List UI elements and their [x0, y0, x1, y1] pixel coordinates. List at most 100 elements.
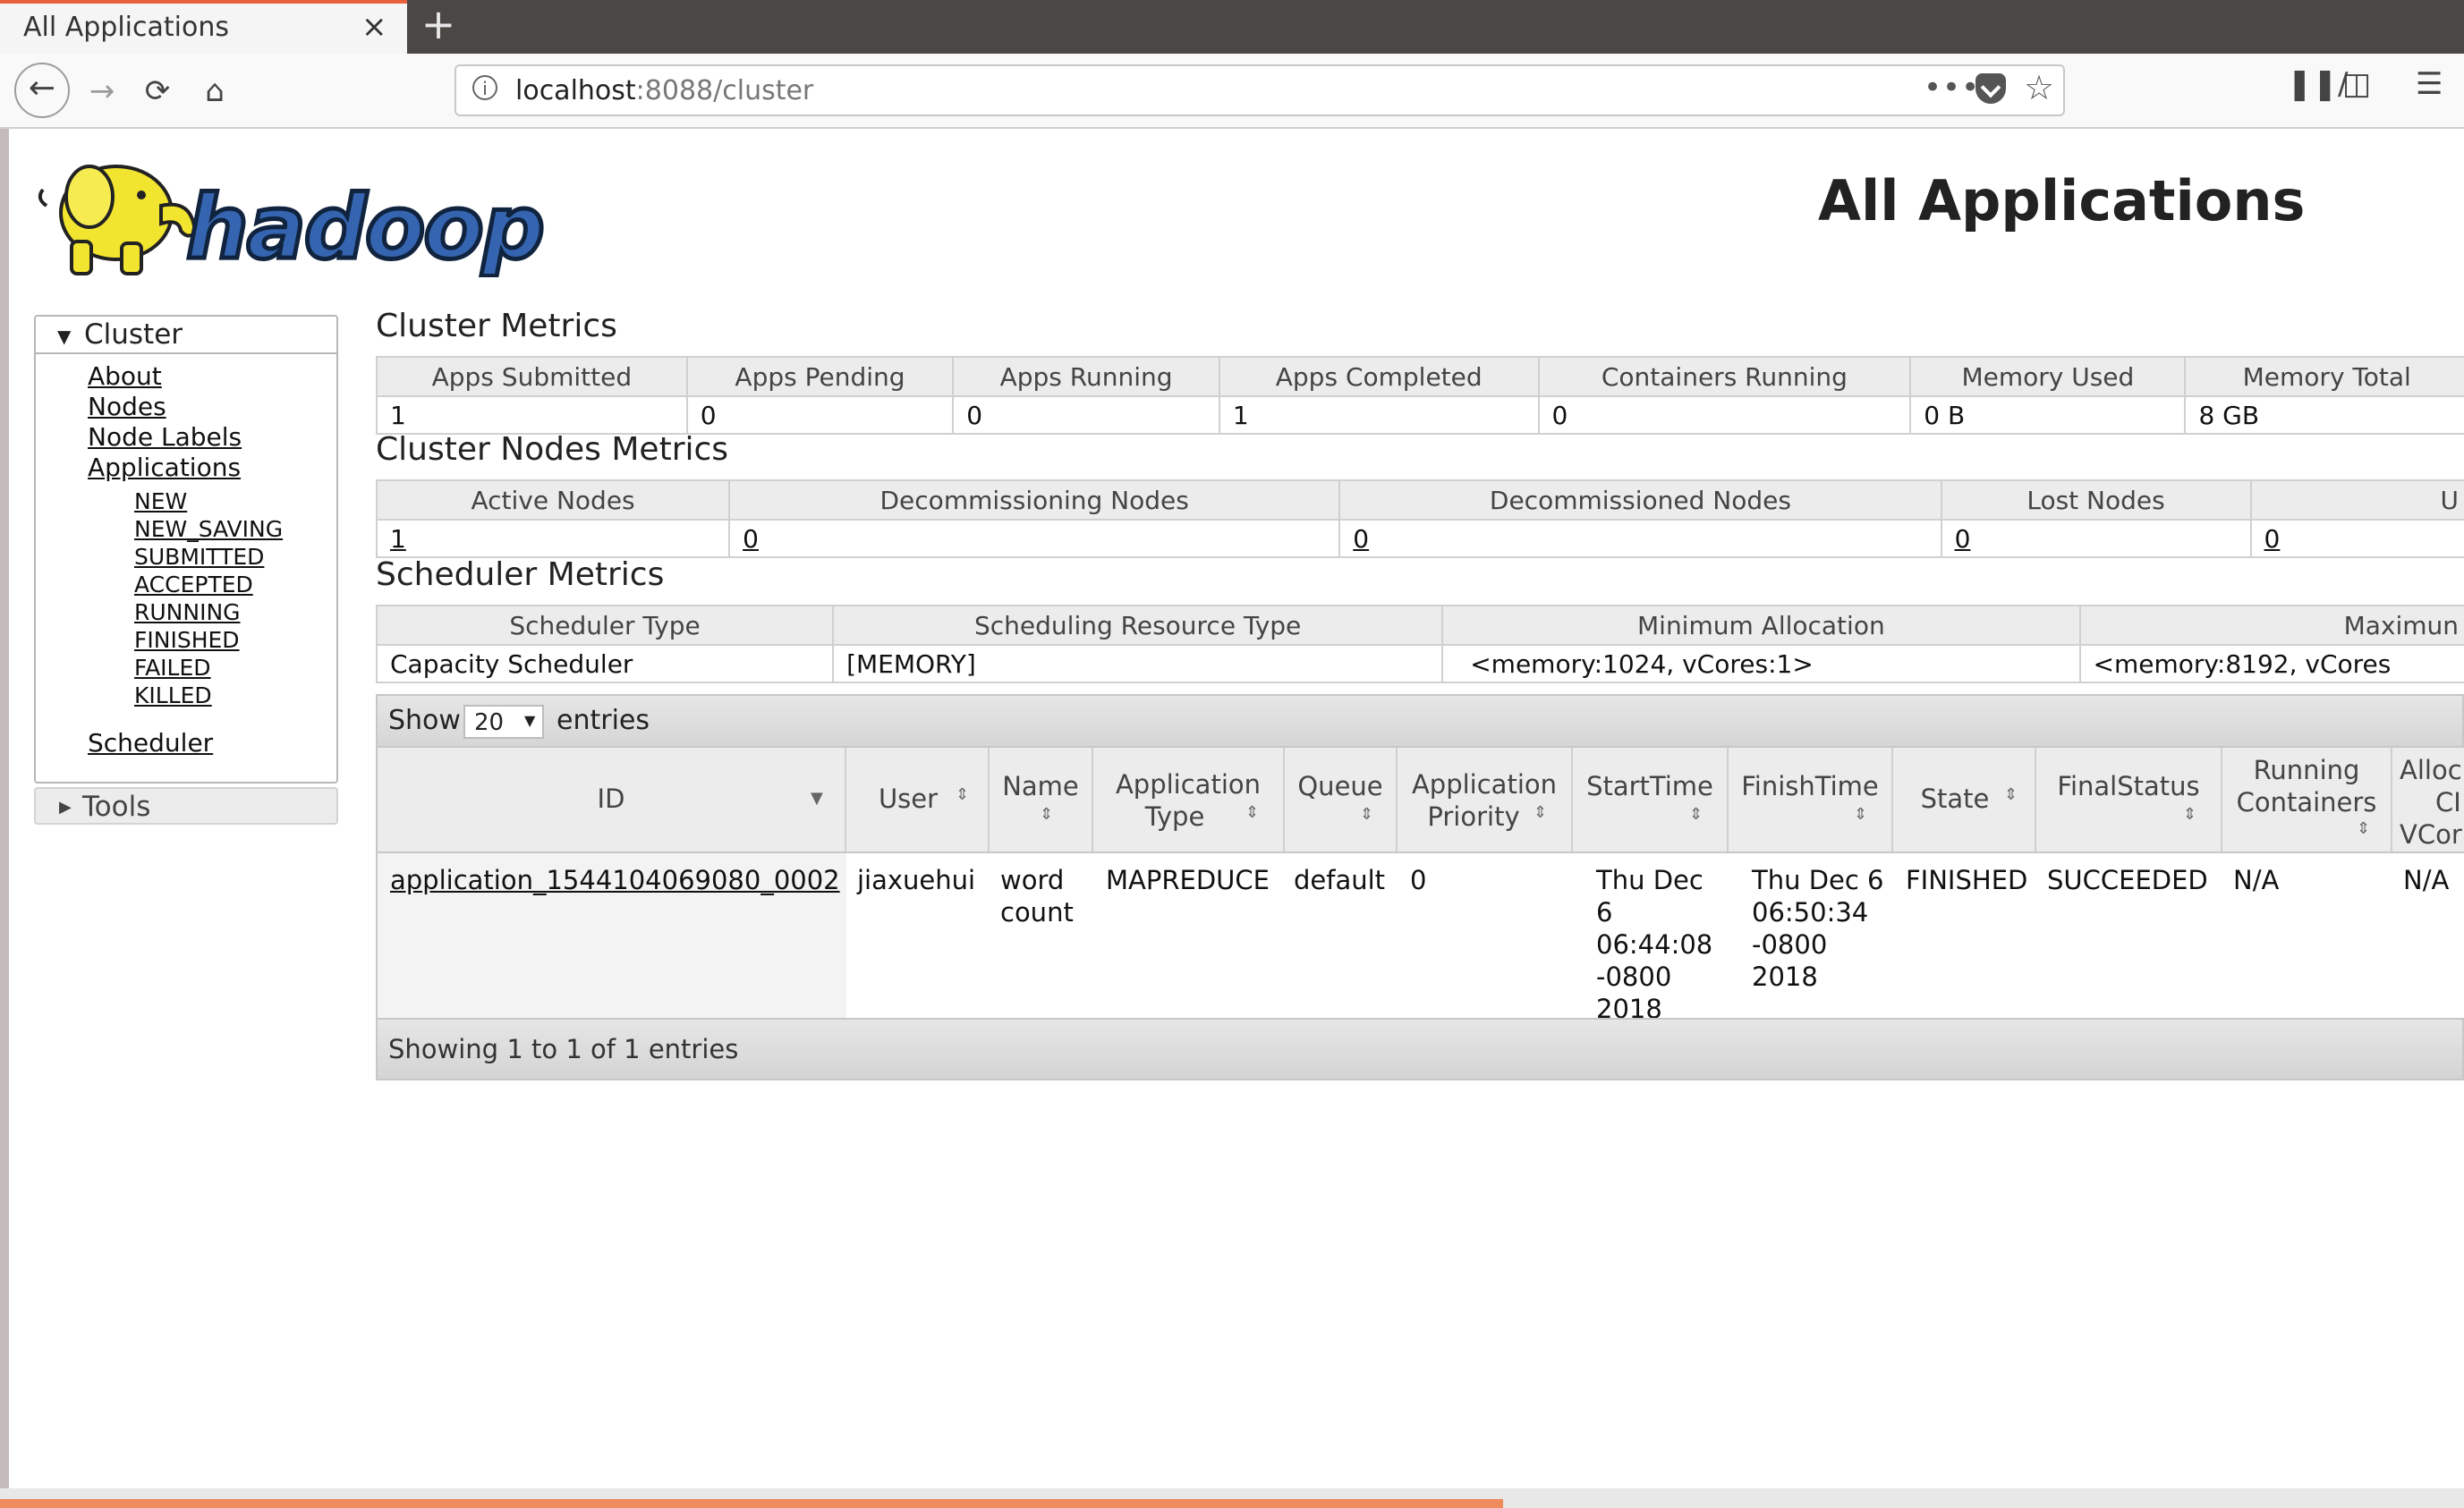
column-header[interactable]: Decommissioned Nodes: [1338, 479, 1942, 521]
column-header-user[interactable]: User ⇕: [846, 748, 990, 851]
lost-nodes-link[interactable]: 0: [1940, 520, 2252, 558]
reload-icon[interactable]: ⟳: [131, 64, 184, 118]
sidebar-state-submitted[interactable]: SUBMITTED: [134, 544, 264, 570]
sidebar-state-failed[interactable]: FAILED: [134, 655, 211, 681]
address-bar[interactable]: i localhost:8088/cluster ••• ☆: [455, 64, 2065, 116]
tools-label: Tools: [82, 791, 151, 823]
page-actions-icon[interactable]: •••: [1924, 70, 1980, 106]
sort-icon: ⇕: [1360, 805, 1374, 824]
column-header-final-status[interactable]: FinalStatus ⇕: [2036, 748, 2222, 851]
sidebar-state-new-saving[interactable]: NEW_SAVING: [134, 516, 283, 542]
column-header[interactable]: Containers Running: [1537, 356, 1912, 397]
table-cell: [MEMORY]: [832, 645, 1444, 683]
column-header-id[interactable]: ID ▼: [378, 748, 846, 851]
table-info-bar: Showing 1 to 1 of 1 entries: [376, 1018, 2464, 1080]
column-header[interactable]: Apps Completed: [1218, 356, 1540, 397]
column-header[interactable]: Lost Nodes: [1940, 479, 2252, 521]
cell-line: 06:44:08: [1596, 929, 1713, 960]
column-header[interactable]: Apps Pending: [685, 356, 955, 397]
url-text[interactable]: localhost:8088/cluster: [515, 75, 813, 106]
sidebar-link-applications[interactable]: Applications: [88, 453, 241, 482]
url-host: localhost: [515, 75, 636, 106]
logo-wordmark: hadoop: [186, 177, 543, 277]
column-header[interactable]: Scheduling Resource Type: [832, 605, 1444, 646]
sidebar-state-killed[interactable]: KILLED: [134, 682, 212, 708]
new-tab-button[interactable]: +: [421, 2, 456, 47]
column-header[interactable]: Memory Used: [1909, 356, 2187, 397]
column-header[interactable]: Apps Running: [952, 356, 1220, 397]
sidebar-link-node-labels[interactable]: Node Labels: [88, 422, 242, 452]
column-header[interactable]: Minimum Allocation: [1441, 605, 2081, 646]
table-info-text: Showing 1 to 1 of 1 entries: [388, 1034, 739, 1064]
header-label: Name: [1002, 771, 1079, 801]
active-nodes-link[interactable]: 1: [375, 520, 731, 558]
column-header[interactable]: Maximun: [2078, 605, 2464, 646]
tools-section-header[interactable]: ▶ Tools: [34, 787, 338, 825]
cell-line: 6: [1596, 897, 1613, 928]
table-row: 1 0 0 0 0: [375, 520, 2464, 558]
browser-tab[interactable]: All Applications ×: [0, 0, 407, 54]
page-load-progress-bar: [0, 1499, 1503, 1508]
column-header[interactable]: Memory Total: [2184, 356, 2464, 397]
decommissioned-nodes-link[interactable]: 0: [1338, 520, 1942, 558]
column-header-allocated-vcores[interactable]: Alloc CI VCor: [2392, 748, 2464, 851]
decommissioning-nodes-link[interactable]: 0: [728, 520, 1341, 558]
column-header-finish-time[interactable]: FinishTime ⇕: [1729, 748, 1893, 851]
column-header-state[interactable]: State ⇕: [1893, 748, 2036, 851]
sort-icon: ⇕: [1689, 805, 1704, 824]
table-cell: <memory:1024, vCores:1>: [1441, 645, 2081, 683]
sidebar-link-nodes[interactable]: Nodes: [88, 392, 166, 421]
page-title: All Applications: [1818, 168, 2306, 233]
sort-icon: ⇕: [1534, 803, 1548, 822]
pocket-icon[interactable]: [1975, 73, 2006, 104]
sort-icon: ⇕: [956, 785, 970, 804]
column-header-priority[interactable]: Application Priority ⇕: [1398, 748, 1573, 851]
header-label: FinishTime: [1741, 771, 1879, 801]
application-id-link[interactable]: application_1544104069080_0002: [390, 864, 840, 896]
column-header-app-type[interactable]: Application Type ⇕: [1093, 748, 1285, 851]
star-icon[interactable]: ☆: [2024, 68, 2054, 107]
cell-priority: 0: [1410, 865, 1427, 895]
sidebar-state-finished[interactable]: FINISHED: [134, 627, 240, 653]
info-icon[interactable]: i: [472, 75, 497, 100]
column-header-queue[interactable]: Queue ⇕: [1285, 748, 1398, 851]
table-header-row: Apps Submitted Apps Pending Apps Running…: [376, 356, 2464, 397]
hamburger-menu-icon[interactable]: ☰: [2416, 66, 2443, 102]
sidebar-state-accepted[interactable]: ACCEPTED: [134, 572, 253, 597]
column-header[interactable]: Decommissioning Nodes: [728, 479, 1341, 521]
sidebar-link-scheduler[interactable]: Scheduler: [88, 728, 213, 758]
column-header-start-time[interactable]: StartTime ⇕: [1573, 748, 1729, 851]
cell-line: 06:50:34: [1752, 897, 1869, 928]
header-label: Alloc: [2400, 755, 2462, 785]
sidebar-state-new[interactable]: NEW: [134, 488, 187, 514]
header-label: StartTime: [1586, 771, 1713, 801]
forward-arrow-icon[interactable]: →: [75, 64, 129, 118]
sort-icon: ⇕: [1854, 805, 1868, 824]
sidebar-state-running[interactable]: RUNNING: [134, 599, 241, 625]
entries-select[interactable]: 20 ▼: [463, 705, 544, 739]
column-header[interactable]: Scheduler Type: [375, 605, 835, 646]
scheduler-metrics-table: Scheduler Type Scheduling Resource Type …: [375, 605, 2464, 683]
cell-app-type: MAPREDUCE: [1106, 865, 1270, 895]
tab-title: All Applications: [23, 12, 229, 43]
table-cell: Capacity Scheduler: [375, 645, 835, 683]
library-icon[interactable]: ❚❚∕: [2287, 66, 2348, 102]
header-label: Queue: [1297, 771, 1383, 801]
column-header[interactable]: U: [2249, 479, 2464, 521]
table-cell: 0 B: [1909, 396, 2187, 435]
unhealthy-nodes-link[interactable]: 0: [2249, 520, 2464, 558]
column-header[interactable]: Apps Submitted: [376, 356, 688, 397]
tab-strip: All Applications × +: [0, 0, 2464, 54]
column-header-running-containers[interactable]: Running Containers ⇕: [2222, 748, 2392, 851]
sidebar-icon[interactable]: ◫: [2342, 66, 2371, 102]
column-header[interactable]: Active Nodes: [375, 479, 731, 521]
close-tab-icon[interactable]: ×: [361, 9, 387, 45]
scheduler-metrics-title: Scheduler Metrics: [376, 556, 665, 593]
sidebar-link-about[interactable]: About: [88, 361, 162, 391]
show-label: Show: [388, 705, 461, 736]
home-icon[interactable]: ⌂: [188, 64, 242, 118]
cluster-section-header[interactable]: ▼ Cluster: [36, 317, 336, 354]
column-header-name[interactable]: Name ⇕: [990, 748, 1093, 851]
entries-label: entries: [557, 705, 650, 736]
back-arrow-icon[interactable]: ←: [14, 63, 70, 118]
